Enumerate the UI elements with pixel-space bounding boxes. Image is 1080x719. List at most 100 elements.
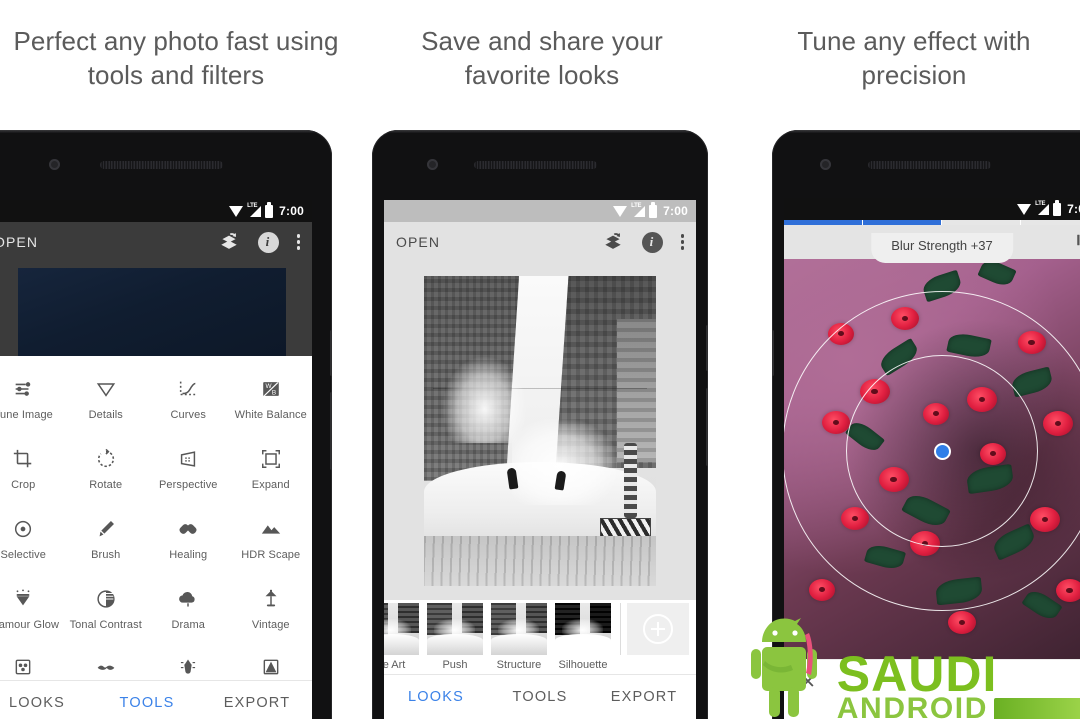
tool-drama[interactable]: Drama: [147, 576, 230, 646]
network-type-label: LTE: [631, 203, 642, 209]
feature-panel-1: Perfect any photo fast using tools and f…: [0, 0, 352, 719]
look-item[interactable]: Structure: [488, 603, 550, 671]
phone-mockup-1: LTE 7:00 OPEN: [0, 130, 332, 719]
look-item[interactable]: Push: [424, 603, 486, 671]
tool-grainy-film[interactable]: [147, 652, 230, 680]
blur-center-handle[interactable]: [933, 442, 951, 460]
phone-1-screen: LTE 7:00 OPEN: [0, 200, 312, 719]
tool-double-exposure[interactable]: [230, 652, 313, 680]
layers-icon[interactable]: [602, 231, 624, 253]
look-item[interactable]: ne Art: [384, 603, 422, 671]
looks-filmstrip[interactable]: ne Art Push Structure Silhouette: [384, 600, 696, 674]
phone-2-screen: LTE 7:00 OPEN i e Art Push Structure Sil…: [384, 200, 696, 719]
tool-glamour-glow[interactable]: Glamour Glow: [0, 576, 65, 646]
tool-perspective[interactable]: Perspective: [147, 436, 230, 506]
info-icon[interactable]: i: [257, 231, 279, 253]
battery-icon: [649, 201, 658, 218]
tab-tools[interactable]: TOOLS: [488, 689, 592, 705]
look-label: Structure: [496, 659, 542, 671]
network-type-label: LTE: [1035, 201, 1046, 207]
selective-icon: [12, 514, 34, 544]
overflow-menu-icon[interactable]: [296, 234, 300, 250]
watermark: SAUDI ANDROID: [750, 618, 1080, 719]
look-thumbnail: [384, 603, 419, 655]
earpiece-speaker: [868, 161, 991, 169]
look-label: Silhouette: [558, 659, 608, 671]
svg-text:B: B: [272, 390, 276, 397]
open-button[interactable]: OPEN: [396, 234, 440, 250]
look-thumbnail: [555, 603, 611, 655]
power-button[interactable]: [706, 325, 708, 371]
status-bar: LTE 7:00: [384, 200, 696, 222]
preview-photo: [18, 268, 286, 356]
tool-white-balance[interactable]: WB White Balance: [230, 366, 313, 436]
front-camera-icon: [427, 159, 438, 170]
hdr-scape-icon: [259, 514, 283, 544]
tool-healing[interactable]: Healing: [147, 506, 230, 576]
earpiece-speaker: [474, 161, 597, 169]
layers-icon[interactable]: [218, 231, 240, 253]
photo-preview-area[interactable]: [0, 262, 312, 356]
panel-3-headline: Tune any effect with precision: [797, 26, 1031, 90]
tool-curves[interactable]: Curves: [147, 366, 230, 436]
tool-label: White Balance: [234, 409, 307, 421]
look-label: ne Art: [384, 659, 406, 671]
tool-grunge[interactable]: [0, 652, 65, 680]
tool-retrolux[interactable]: [65, 652, 148, 680]
cellular-signal-icon: LTE: [247, 203, 262, 217]
phone-bezel-top: [372, 130, 708, 185]
editor-top-bar: Blur Strength +37: [784, 225, 1080, 263]
add-look-button[interactable]: [627, 603, 689, 655]
volume-button[interactable]: [330, 392, 332, 470]
tab-export[interactable]: EXPORT: [202, 695, 312, 711]
overflow-menu-icon[interactable]: [680, 234, 684, 250]
tool-tonal-contrast[interactable]: Tonal Contrast: [65, 576, 148, 646]
tonal-contrast-icon: [95, 584, 117, 614]
tool-tune-image[interactable]: Tune Image: [0, 366, 65, 436]
feature-panel-3: Tune any effect with precision LTE 7:00: [736, 0, 1080, 719]
tool-label: Tonal Contrast: [69, 619, 142, 631]
crop-icon: [12, 444, 34, 474]
tab-tools[interactable]: TOOLS: [92, 695, 202, 711]
tool-label: Perspective: [158, 479, 218, 491]
cellular-signal-icon: LTE: [1035, 201, 1050, 215]
tab-export[interactable]: EXPORT: [592, 689, 696, 705]
volume-button[interactable]: [706, 388, 708, 466]
grunge-icon: [13, 652, 33, 680]
look-item-selected[interactable]: Silhouette: [552, 603, 614, 671]
open-button[interactable]: OPEN: [0, 234, 38, 250]
glamour-glow-icon: [12, 584, 34, 614]
bottom-tab-bar: LOOKS TOOLS EXPORT: [0, 680, 312, 719]
tools-grid-partial-row: [0, 646, 312, 680]
tool-rotate[interactable]: Rotate: [65, 436, 148, 506]
brush-icon: [95, 514, 117, 544]
photo-stage[interactable]: [384, 262, 696, 600]
status-bar: LTE 7:00: [784, 198, 1080, 220]
tab-looks[interactable]: LOOKS: [0, 695, 92, 711]
divider: [620, 603, 621, 655]
rotate-icon: [95, 444, 117, 474]
tool-label: Drama: [171, 619, 205, 631]
watermark-bar: [994, 698, 1080, 719]
tool-expand[interactable]: Expand: [230, 436, 313, 506]
wifi-icon: [613, 205, 628, 217]
tool-details[interactable]: Details: [65, 366, 148, 436]
battery-icon: [1053, 199, 1062, 216]
tool-crop[interactable]: Crop: [0, 436, 65, 506]
blur-editor-photo[interactable]: [784, 259, 1080, 659]
tool-hdr-scape[interactable]: HDR Scape: [230, 506, 313, 576]
info-icon[interactable]: i: [641, 231, 663, 253]
power-button[interactable]: [772, 330, 774, 376]
tool-vintage[interactable]: Vintage: [230, 576, 313, 646]
tool-selective[interactable]: Selective: [0, 506, 65, 576]
clock-label: 7:00: [663, 204, 688, 218]
tool-label: Expand: [251, 479, 290, 491]
compare-icon[interactable]: [1074, 231, 1080, 254]
phone-bezel-top: [772, 130, 1080, 185]
panel-2-headline: Save and share your favorite looks: [421, 26, 663, 90]
power-button[interactable]: [330, 330, 332, 376]
tool-brush[interactable]: Brush: [65, 506, 148, 576]
tools-grid: Tune Image Details: [0, 356, 312, 646]
tab-looks[interactable]: LOOKS: [384, 689, 488, 705]
wifi-icon: [229, 205, 244, 217]
